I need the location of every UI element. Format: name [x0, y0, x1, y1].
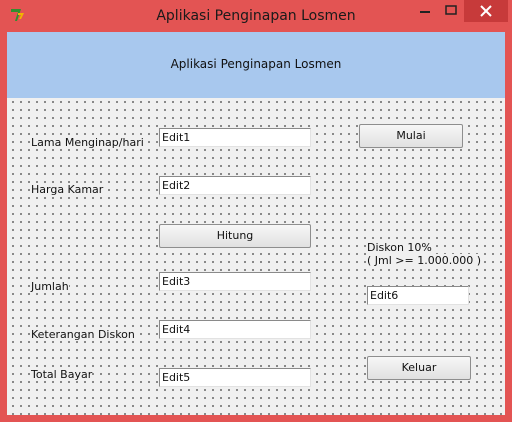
edit2-field[interactable]: Edit2 [159, 176, 311, 195]
title-bar[interactable]: Aplikasi Penginapan Losmen [0, 0, 512, 32]
form-client-area: Aplikasi Penginapan Losmen Lama Menginap… [7, 32, 505, 415]
label-harga-kamar: Harga Kamar [31, 183, 104, 196]
mulai-button[interactable]: Mulai [359, 124, 463, 148]
header-panel: Aplikasi Penginapan Losmen [7, 32, 505, 98]
keluar-button[interactable]: Keluar [367, 356, 471, 380]
label-jumlah: Jumlah [31, 280, 69, 293]
label-diskon: Diskon 10% [367, 241, 432, 254]
label-total-bayar: Total Bayar [31, 368, 93, 381]
edit6-field[interactable]: Edit6 [367, 286, 469, 305]
header-title: Aplikasi Penginapan Losmen [170, 57, 342, 71]
app-window: Aplikasi Penginapan Losmen Aplikasi Peng… [0, 0, 512, 422]
hitung-button[interactable]: Hitung [159, 224, 311, 248]
edit3-field[interactable]: Edit3 [159, 272, 311, 291]
close-button[interactable] [464, 0, 508, 22]
edit5-field[interactable]: Edit5 [159, 368, 311, 387]
label-lama-menginap: Lama Menginap/hari [31, 136, 144, 149]
minimize-button[interactable] [412, 0, 438, 22]
edit4-field[interactable]: Edit4 [159, 320, 311, 339]
label-diskon-condition: ( Jml >= 1.000.000 ) [367, 254, 482, 267]
edit1-field[interactable]: Edit1 [159, 128, 311, 147]
maximize-button[interactable] [438, 0, 464, 22]
label-keterangan-diskon: Keterangan Diskon [31, 328, 135, 341]
